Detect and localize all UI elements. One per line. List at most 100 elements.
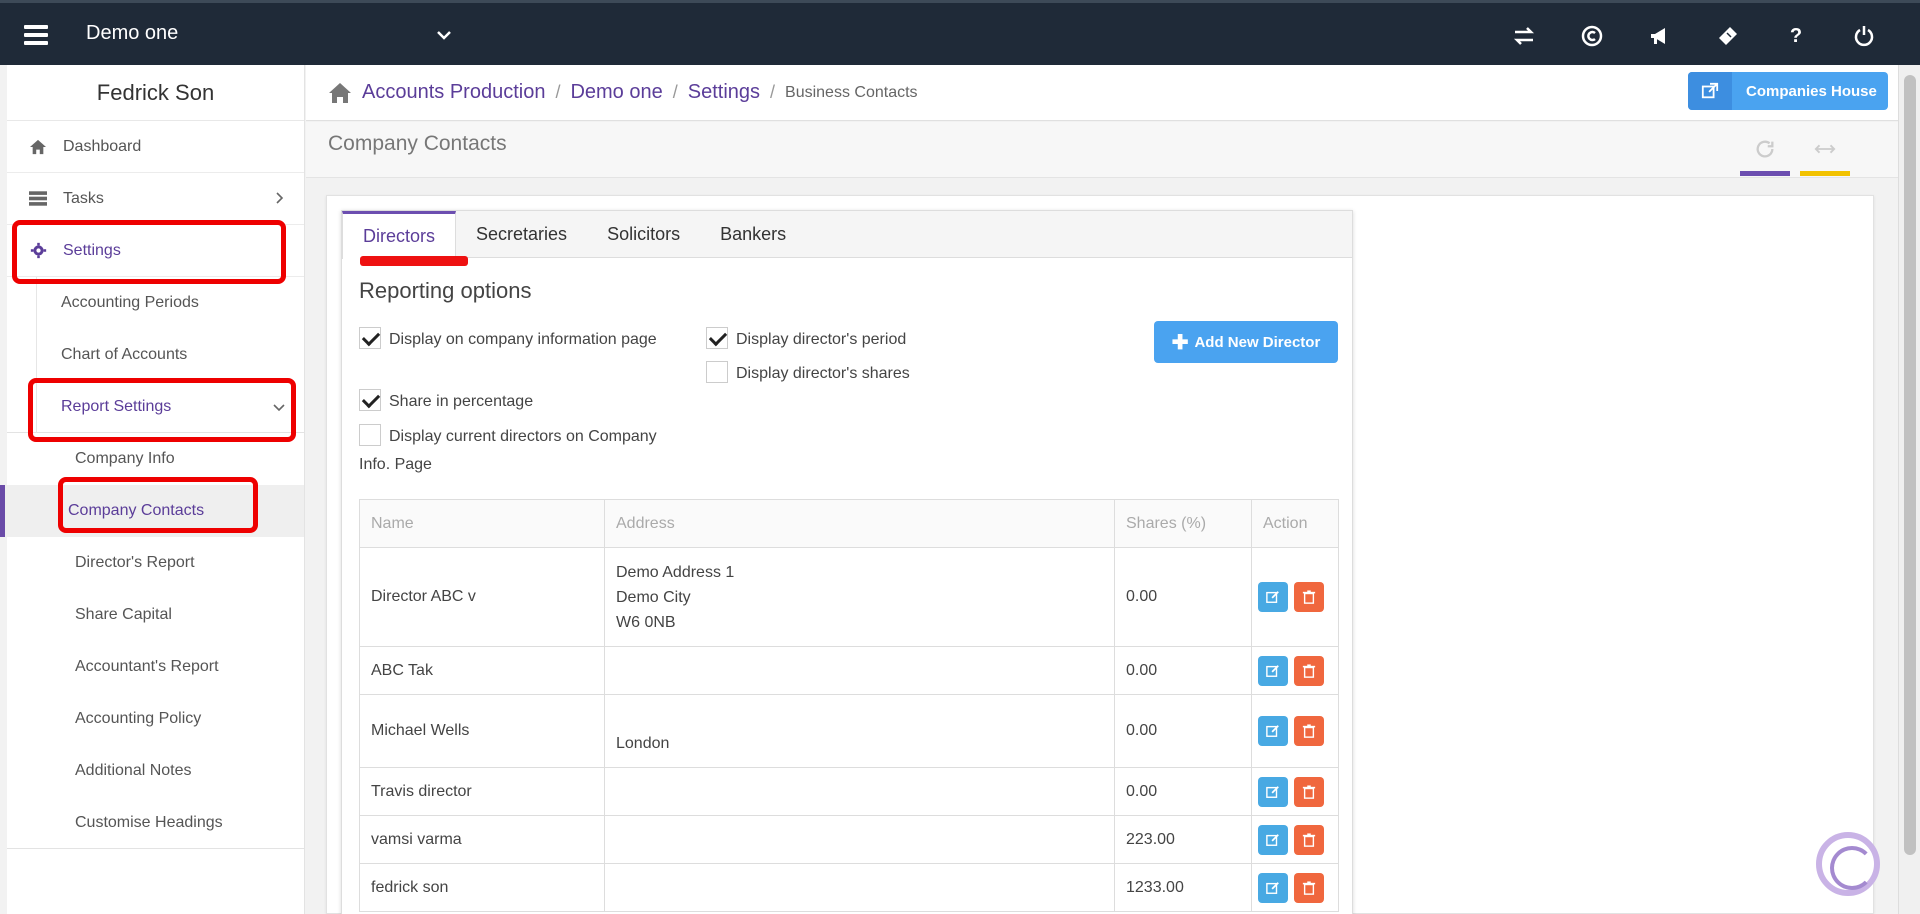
- cell-name: fedrick son: [359, 863, 605, 912]
- delete-button[interactable]: [1294, 872, 1324, 903]
- cell-shares: 0.00: [1114, 547, 1252, 647]
- checkbox[interactable]: [359, 327, 381, 349]
- delete-button[interactable]: [1294, 655, 1324, 686]
- breadcrumb-current: Business Contacts: [785, 83, 918, 101]
- delete-button[interactable]: [1294, 824, 1324, 855]
- add-new-director-label: Add New Director: [1194, 333, 1321, 351]
- address-line: [616, 706, 1114, 731]
- chevron-down-icon[interactable]: [434, 25, 454, 45]
- list-icon: [27, 190, 49, 208]
- home-icon: [27, 138, 49, 156]
- edit-button[interactable]: [1258, 716, 1288, 746]
- checkbox[interactable]: [706, 327, 728, 349]
- cell-name: ABC Tak: [359, 646, 605, 695]
- home-icon[interactable]: [328, 82, 352, 104]
- companies-house-button[interactable]: Companies House: [1688, 72, 1888, 110]
- vertical-scrollbar[interactable]: [1898, 65, 1920, 914]
- contacts-card: Directors Secretaries Solicitors Bankers…: [341, 210, 1353, 914]
- refresh-icon[interactable]: [1740, 130, 1790, 176]
- hamburger-menu-icon[interactable]: [24, 25, 48, 45]
- column-header-shares[interactable]: Shares (%): [1114, 499, 1252, 548]
- scrollbar-thumb[interactable]: [1904, 75, 1916, 855]
- help-icon[interactable]: ?: [1762, 21, 1830, 51]
- breadcrumb-accounts-production[interactable]: Accounts Production: [362, 81, 545, 104]
- breadcrumb-separator: /: [770, 82, 776, 102]
- sidebar-item-label: Accounting Periods: [61, 294, 199, 311]
- option-display-directors-period[interactable]: Display director's period: [706, 326, 906, 354]
- companies-house-label: Companies House: [1746, 82, 1877, 100]
- column-header-name[interactable]: Name: [359, 499, 605, 548]
- edit-icon: [1266, 591, 1279, 603]
- sidebar-item-dashboard[interactable]: Dashboard: [7, 121, 304, 173]
- edit-button[interactable]: [1258, 872, 1288, 903]
- cell-action: [1251, 863, 1339, 912]
- option-label: Display current directors on Company Inf…: [359, 428, 657, 473]
- copyright-icon[interactable]: [1558, 21, 1626, 51]
- option-display-on-company-info[interactable]: Display on company information page: [359, 326, 659, 354]
- breadcrumb-demo-one[interactable]: Demo one: [570, 81, 662, 104]
- sidebar-item-accounting-policy[interactable]: Accounting Policy: [7, 693, 304, 745]
- option-label: Share in percentage: [389, 393, 534, 410]
- expand-horizontal-icon[interactable]: [1800, 130, 1850, 176]
- cell-address: [604, 646, 1115, 695]
- cell-shares: 223.00: [1114, 815, 1252, 864]
- add-new-director-button[interactable]: ✚ Add New Director: [1154, 321, 1338, 363]
- cell-shares: 0.00: [1114, 646, 1252, 695]
- option-display-current-directors[interactable]: Display current directors on Company Inf…: [359, 423, 659, 479]
- tab-directors[interactable]: Directors: [342, 211, 457, 259]
- transfer-icon[interactable]: [1490, 21, 1558, 51]
- option-share-in-percentage[interactable]: Share in percentage: [359, 388, 533, 416]
- annotation-underline-directors: [360, 256, 468, 266]
- sidebar-item-directors-report[interactable]: Director's Report: [7, 537, 304, 589]
- tab-secretaries[interactable]: Secretaries: [456, 211, 587, 258]
- sidebar-item-tasks[interactable]: Tasks: [7, 173, 304, 225]
- sidebar-item-label: Dashboard: [63, 137, 142, 155]
- breadcrumb-separator: /: [672, 82, 678, 102]
- checkbox[interactable]: [359, 389, 381, 411]
- sidebar-item-accountants-report[interactable]: Accountant's Report: [7, 641, 304, 693]
- edit-button[interactable]: [1258, 824, 1288, 855]
- option-display-directors-shares[interactable]: Display director's shares: [706, 360, 910, 388]
- breadcrumb: Accounts Production / Demo one / Setting…: [306, 65, 1898, 121]
- sidebar-item-share-capital[interactable]: Share Capital: [7, 589, 304, 641]
- table-row: Michael Wells London 0.00: [359, 694, 1339, 768]
- tab-solicitors[interactable]: Solicitors: [587, 211, 700, 258]
- edit-button[interactable]: [1258, 582, 1288, 612]
- chat-widget-icon[interactable]: [1816, 832, 1880, 896]
- edit-button[interactable]: [1258, 776, 1288, 807]
- delete-button[interactable]: [1294, 582, 1324, 612]
- tab-bankers[interactable]: Bankers: [700, 211, 806, 258]
- trash-icon: [1302, 880, 1316, 895]
- address-line: W6 0NB: [616, 613, 676, 631]
- table-row: fedrick son 1233.00: [359, 863, 1339, 912]
- sidebar-item-customise-headings[interactable]: Customise Headings: [7, 797, 304, 849]
- megaphone-icon[interactable]: [1626, 21, 1694, 51]
- edit-button[interactable]: [1258, 655, 1288, 686]
- delete-button[interactable]: [1294, 716, 1324, 746]
- delete-button[interactable]: [1294, 776, 1324, 807]
- table-row: vamsi varma 223.00: [359, 815, 1339, 864]
- option-label: Display director's period: [736, 331, 907, 348]
- trash-icon: [1302, 832, 1316, 847]
- power-icon[interactable]: [1830, 21, 1898, 51]
- breadcrumb-settings[interactable]: Settings: [688, 81, 760, 104]
- option-label: Display director's shares: [736, 365, 910, 382]
- cell-address: [604, 815, 1115, 864]
- company-selector[interactable]: Demo one: [86, 22, 178, 45]
- checkbox[interactable]: [706, 361, 728, 383]
- sidebar-item-additional-notes[interactable]: Additional Notes: [7, 745, 304, 797]
- sidebar-item-accounting-periods[interactable]: Accounting Periods: [7, 277, 304, 329]
- cell-shares: 0.00: [1114, 767, 1252, 816]
- checkbox[interactable]: [359, 424, 381, 446]
- sidebar-item-label: Tasks: [63, 189, 104, 207]
- cell-shares: 1233.00: [1114, 863, 1252, 912]
- sidebar-item-chart-of-accounts[interactable]: Chart of Accounts: [7, 329, 304, 381]
- table-row: Director ABC v Demo Address 1 Demo City …: [359, 547, 1339, 647]
- annotation-box-company-contacts: [58, 477, 258, 533]
- cell-shares: 0.00: [1114, 694, 1252, 768]
- content-panel: Directors Secretaries Solicitors Bankers…: [326, 195, 1874, 914]
- edit-icon: [1266, 833, 1279, 846]
- column-header-address[interactable]: Address: [604, 499, 1115, 548]
- ticket-icon[interactable]: [1694, 21, 1762, 51]
- breadcrumb-separator: /: [555, 82, 561, 102]
